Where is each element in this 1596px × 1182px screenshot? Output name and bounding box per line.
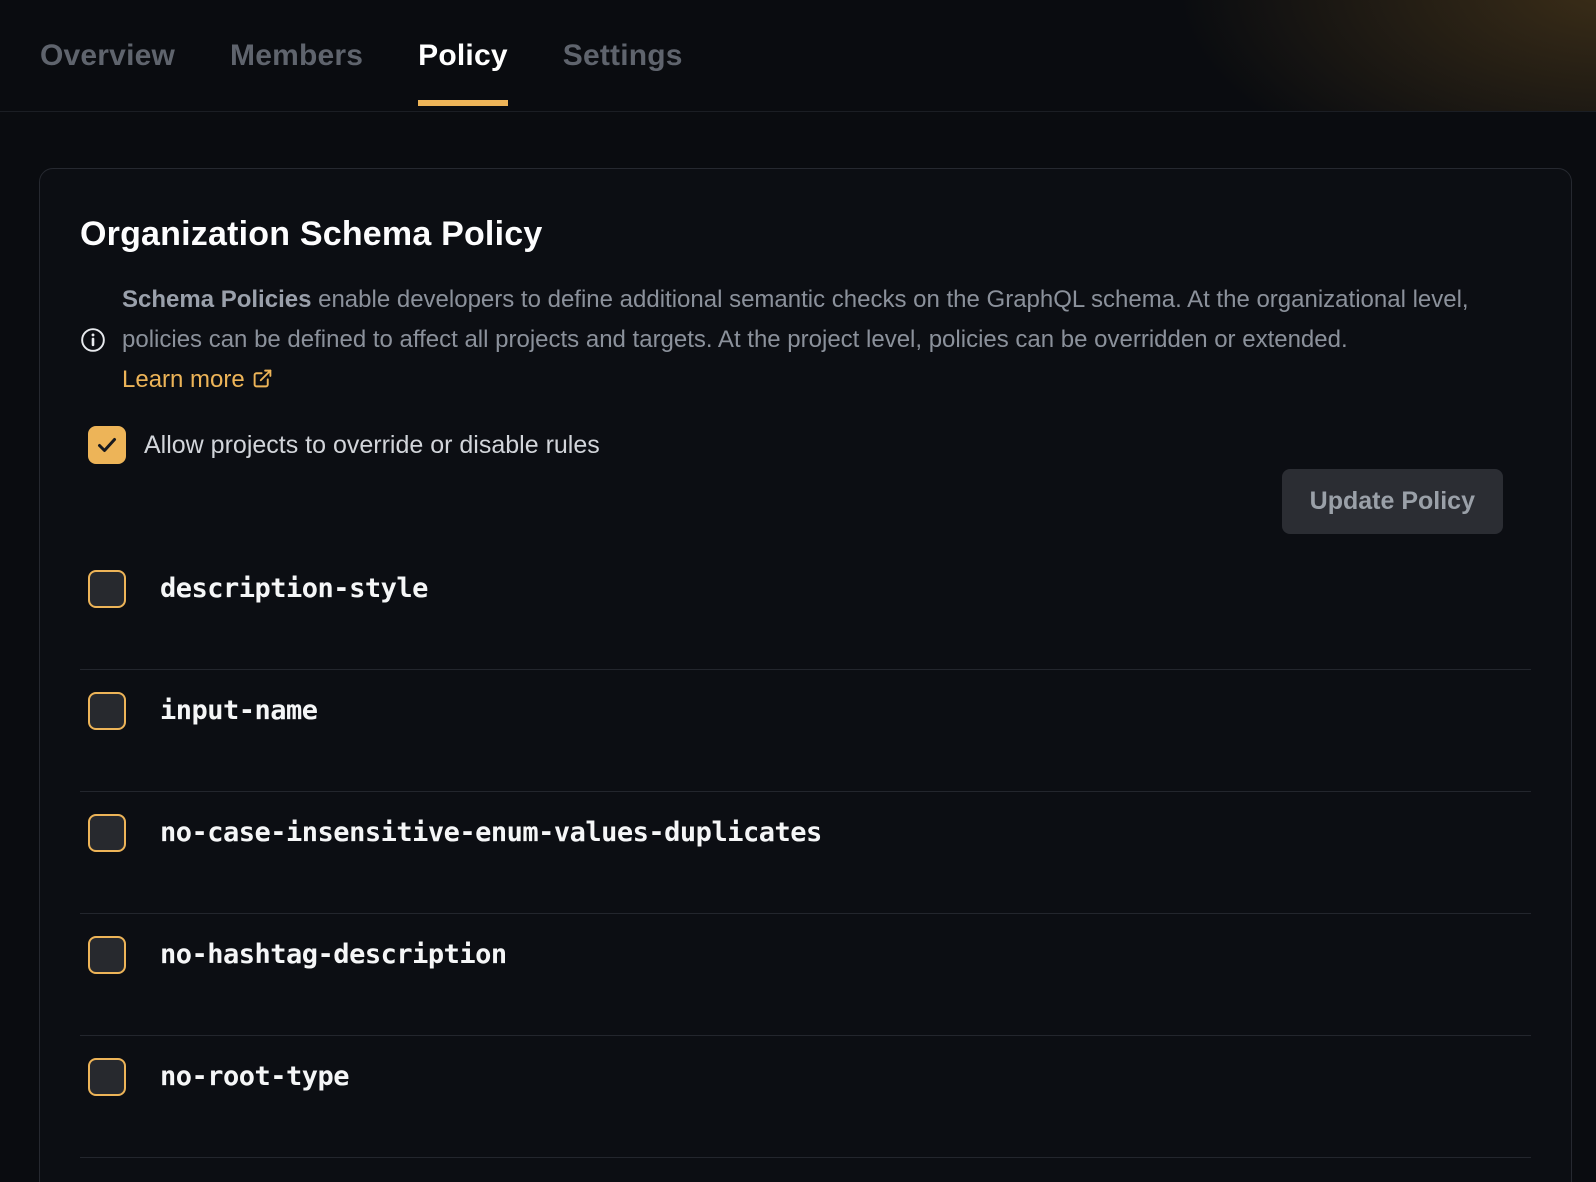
rule-checkbox[interactable] [88, 692, 126, 730]
tab-label: Policy [418, 39, 508, 73]
info-text: Schema Policies enable developers to def… [122, 280, 1504, 400]
rule-checkbox[interactable] [88, 936, 126, 974]
update-policy-button[interactable]: Update Policy [1282, 469, 1503, 534]
rule-checkbox[interactable] [88, 570, 126, 608]
rule-checkbox[interactable] [88, 814, 126, 852]
rule-row: no-root-type [80, 1036, 1531, 1158]
rule-name: input-name [160, 692, 318, 730]
allow-override-checkbox[interactable] [88, 426, 126, 464]
info-icon [80, 327, 106, 353]
allow-override-label: Allow projects to override or disable ru… [144, 431, 600, 460]
policy-card: Organization Schema Policy Schema Polici… [39, 168, 1572, 1182]
rule-row: no-case-insensitive-enum-values-duplicat… [80, 792, 1531, 914]
learn-more-link[interactable]: Learn more [122, 366, 273, 393]
info-body: enable developers to define additional s… [122, 286, 1469, 353]
rule-name: no-hashtag-description [160, 936, 507, 974]
rule-name: no-root-type [160, 1058, 349, 1096]
page-title: Organization Schema Policy [80, 215, 1531, 254]
rules-list: description-style input-name no-case-ins… [80, 548, 1531, 1158]
info-lead: Schema Policies [122, 286, 311, 313]
button-row: Update Policy [80, 469, 1531, 534]
info-callout: Schema Policies enable developers to def… [80, 280, 1531, 400]
tab-overview[interactable]: Overview [40, 0, 175, 111]
tab-settings[interactable]: Settings [563, 0, 683, 111]
tab-label: Members [230, 39, 363, 73]
rule-row: input-name [80, 670, 1531, 792]
tab-policy[interactable]: Policy [418, 0, 508, 111]
checkmark-icon [95, 433, 119, 457]
rule-name: description-style [160, 570, 428, 608]
rule-row: no-hashtag-description [80, 914, 1531, 1036]
rule-row: description-style [80, 548, 1531, 670]
tab-members[interactable]: Members [230, 0, 363, 111]
tab-bar: Overview Members Policy Settings [0, 0, 1596, 112]
tab-label: Settings [563, 39, 683, 73]
external-link-icon [252, 368, 273, 389]
tab-label: Overview [40, 39, 175, 73]
rule-checkbox[interactable] [88, 1058, 126, 1096]
rule-name: no-case-insensitive-enum-values-duplicat… [160, 814, 822, 852]
allow-override-row: Allow projects to override or disable ru… [80, 426, 1531, 464]
